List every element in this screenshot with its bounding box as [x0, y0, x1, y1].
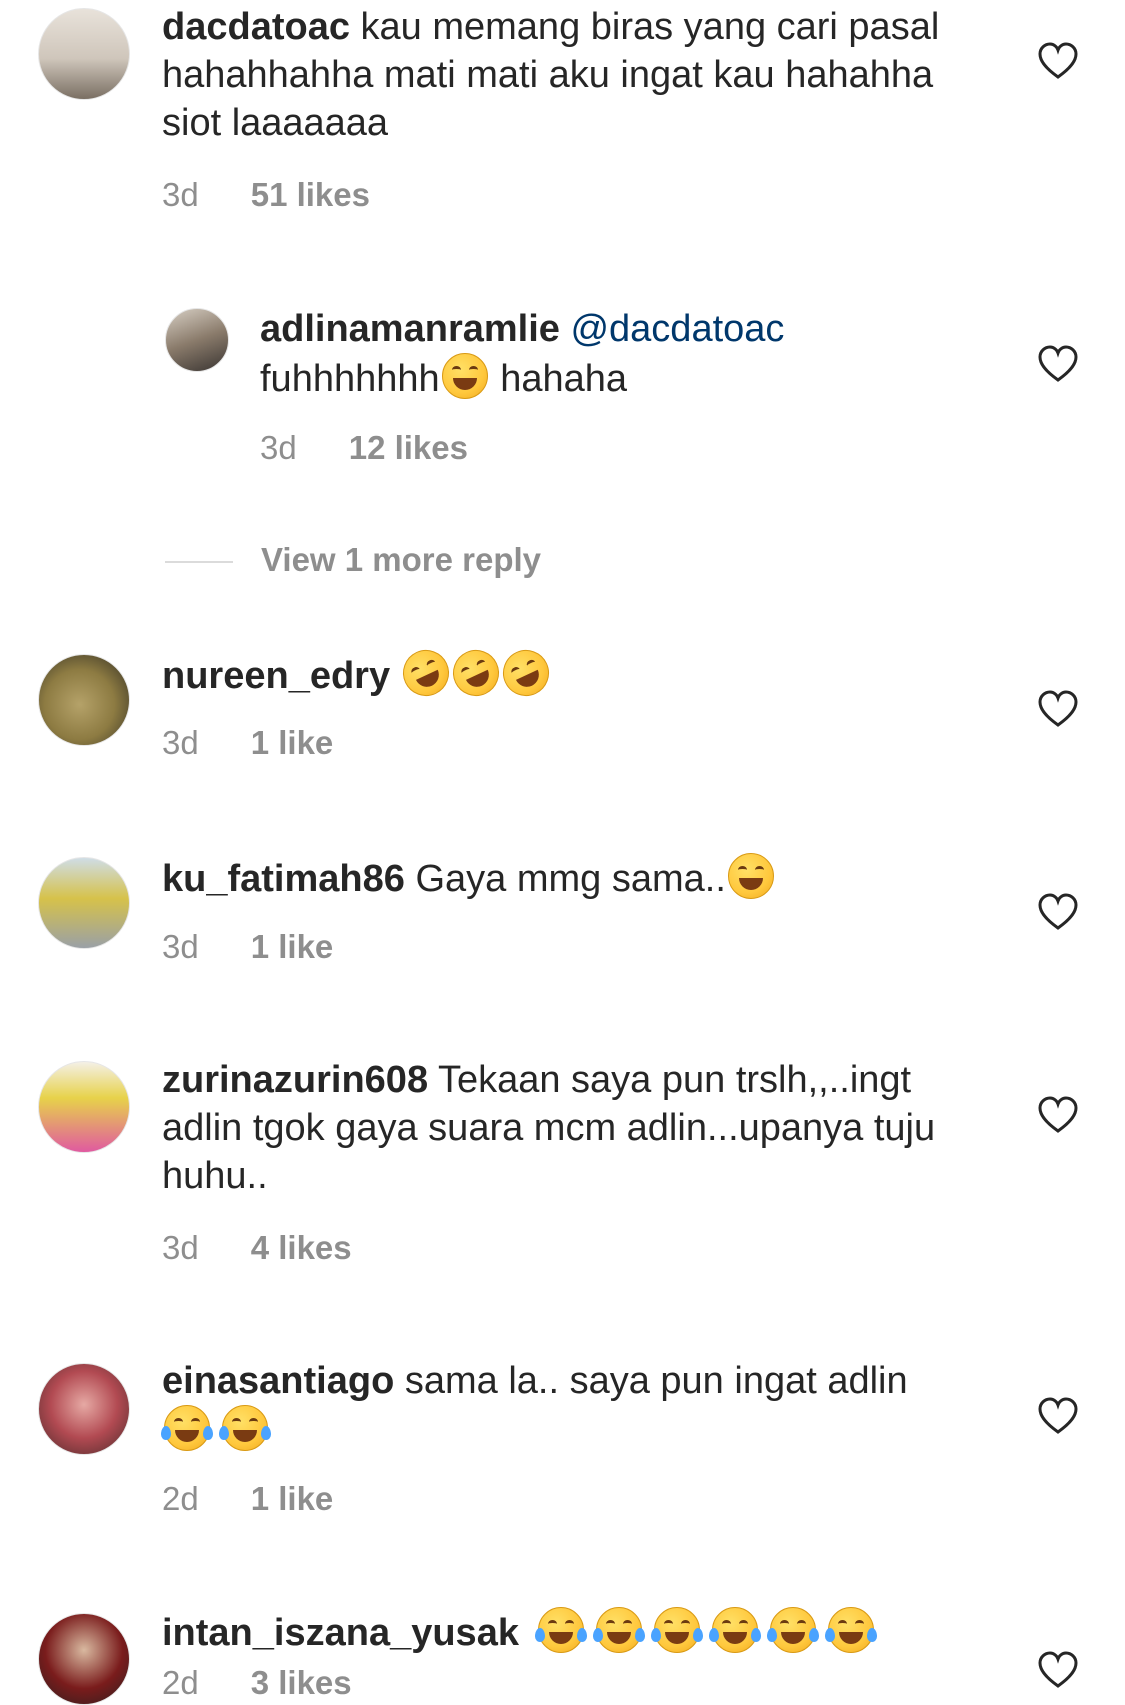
avatar[interactable] — [38, 857, 130, 949]
comment-text: nureen_edry — [162, 642, 952, 704]
comment-time: 2d — [162, 1664, 199, 1701]
avatar[interactable] — [38, 654, 130, 746]
comment-likes[interactable]: 3 likes — [251, 1664, 352, 1701]
comment-text: ku_fatimah86 Gaya mmg sama.. — [162, 853, 952, 903]
comment-text: dacdatoac kau memang biras yang cari pas… — [162, 3, 952, 147]
avatar[interactable] — [38, 1613, 130, 1705]
comment-likes[interactable]: 1 like — [251, 724, 334, 761]
grinning-squinting-emoji — [727, 853, 774, 899]
comment-likes[interactable]: 51 likes — [251, 176, 370, 213]
tears-of-joy-emoji — [219, 1405, 271, 1451]
comment-meta: 3d 1 like — [162, 724, 333, 762]
avatar[interactable] — [38, 1061, 130, 1153]
heart-outline-icon[interactable] — [1038, 345, 1078, 385]
comment-text: adlinamanramlie @dacdatoac fuhhhhhhh hah… — [260, 305, 1020, 403]
comment-time: 3d — [260, 429, 297, 466]
mention-link[interactable]: @dacdatoac — [570, 308, 784, 350]
grinning-sweat-emoji — [441, 353, 488, 399]
comment-username[interactable]: intan_iszana_yusak — [162, 1612, 519, 1654]
divider — [165, 561, 233, 564]
comment-meta: 2d 1 like — [162, 1480, 333, 1518]
avatar[interactable] — [38, 1363, 130, 1455]
comment-username[interactable]: dacdatoac — [162, 6, 350, 48]
comment-body: sama la.. saya pun ingat adlin — [404, 1360, 908, 1402]
tears-of-joy-emoji — [824, 1607, 877, 1653]
heart-outline-icon[interactable] — [1038, 1397, 1078, 1437]
comment-meta: 3d 51 likes — [162, 176, 370, 214]
comment-time: 2d — [162, 1480, 199, 1517]
rolling-on-floor-laughing-emoji — [395, 642, 457, 704]
tears-of-joy-emoji — [708, 1607, 761, 1653]
comment-time: 3d — [162, 176, 199, 213]
heart-outline-icon[interactable] — [1038, 1651, 1078, 1691]
comment-body-end: hahaha — [489, 358, 628, 400]
view-more-label: View 1 more reply — [261, 541, 542, 578]
comment-username[interactable]: einasantiago — [162, 1360, 394, 1402]
heart-outline-icon[interactable] — [1038, 1096, 1078, 1136]
heart-outline-icon[interactable] — [1038, 690, 1078, 730]
comment-username[interactable]: zurinazurin608 — [162, 1059, 428, 1101]
comment-likes[interactable]: 12 likes — [349, 429, 468, 466]
comment-username[interactable]: adlinamanramlie — [260, 308, 560, 350]
rolling-on-floor-laughing-emoji — [495, 642, 557, 704]
avatar[interactable] — [38, 8, 130, 100]
comment-time: 3d — [162, 928, 199, 965]
comment-username[interactable]: ku_fatimah86 — [162, 858, 405, 900]
comment-meta: 2d 3 likes — [162, 1664, 352, 1702]
comment-text: intan_iszana_yusak — [162, 1607, 1062, 1657]
comment-text: zurinazurin608 Tekaan saya pun trslh,,..… — [162, 1056, 952, 1200]
heart-outline-icon[interactable] — [1038, 42, 1078, 82]
tears-of-joy-emoji — [161, 1405, 213, 1451]
comment-likes[interactable]: 1 like — [251, 928, 334, 965]
comment-username[interactable]: nureen_edry — [162, 655, 390, 697]
tears-of-joy-emoji — [592, 1607, 645, 1653]
tears-of-joy-emoji — [650, 1607, 703, 1653]
comment-time: 3d — [162, 1229, 199, 1266]
comment-likes[interactable]: 4 likes — [251, 1229, 352, 1266]
comment-text: einasantiago sama la.. saya pun ingat ad… — [161, 1357, 952, 1455]
tears-of-joy-emoji — [534, 1607, 587, 1653]
avatar[interactable] — [165, 308, 229, 372]
tears-of-joy-emoji — [766, 1607, 819, 1653]
heart-outline-icon[interactable] — [1038, 893, 1078, 933]
comment-body: fuhhhhhhh — [260, 358, 440, 400]
comment-meta: 3d 12 likes — [260, 429, 468, 467]
rolling-on-floor-laughing-emoji — [445, 642, 507, 704]
comment-body: Gaya mmg sama.. — [415, 858, 726, 900]
comment-meta: 3d 4 likes — [162, 1229, 352, 1267]
comment-time: 3d — [162, 724, 199, 761]
comment-likes[interactable]: 1 like — [251, 1480, 334, 1517]
comment-meta: 3d 1 like — [162, 928, 333, 966]
view-more-replies-button[interactable]: View 1 more reply — [165, 541, 541, 579]
